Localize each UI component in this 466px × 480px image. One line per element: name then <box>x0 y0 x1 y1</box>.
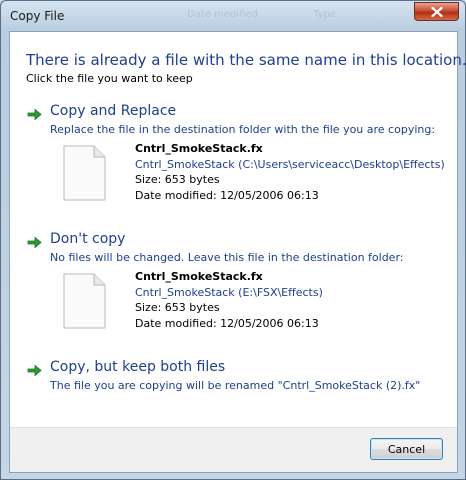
document-icon <box>63 145 106 201</box>
document-icon <box>63 273 106 329</box>
file-date-modified: Date modified: 12/05/2006 06:13 <box>135 188 319 202</box>
file-location: Cntrl_SmokeStack (E:\FSX\Effects) <box>135 285 323 299</box>
green-arrow-icon <box>27 364 42 377</box>
option-description: The file you are copying will be renamed… <box>50 379 421 392</box>
option-title: Don't copy <box>50 231 126 247</box>
option-keep-both[interactable]: Copy, but keep both files The file you a… <box>27 359 447 399</box>
option-description: Replace the file in the destination fold… <box>50 123 436 136</box>
window-title: Copy File <box>10 9 65 23</box>
file-size: Size: 653 bytes <box>135 301 220 314</box>
green-arrow-icon <box>27 236 42 249</box>
option-copy-and-replace[interactable]: Copy and Replace Replace the file in the… <box>27 103 447 215</box>
destination-file-details: Cntrl_SmokeStack.fx Cntrl_SmokeStack (E:… <box>62 269 442 331</box>
dialog-footer: Cancel <box>10 427 457 472</box>
option-title: Copy and Replace <box>50 103 177 119</box>
green-arrow-icon <box>27 108 42 121</box>
dialog-heading: There is already a file with the same na… <box>26 51 466 69</box>
dialog-subheading: Click the file you want to keep <box>26 72 193 85</box>
option-dont-copy[interactable]: Don't copy No files will be changed. Lea… <box>27 231 447 343</box>
file-date-modified: Date modified: 12/05/2006 06:13 <box>135 316 319 330</box>
title-bar[interactable]: Copy File Date modified Type <box>1 1 465 31</box>
background-column-header-date: Date modified <box>187 9 258 20</box>
copy-file-dialog: Copy File Date modified Type There is al… <box>0 0 466 480</box>
option-description: No files will be changed. Leave this fil… <box>50 251 404 264</box>
file-location: Cntrl_SmokeStack (C:\Users\serviceacc\De… <box>135 157 445 171</box>
dialog-content: There is already a file with the same na… <box>9 31 466 473</box>
file-size: Size: 653 bytes <box>135 173 220 186</box>
background-column-header-type: Type <box>313 9 336 20</box>
source-file-details: Cntrl_SmokeStack.fx Cntrl_SmokeStack (C:… <box>62 141 445 203</box>
option-title: Copy, but keep both files <box>50 359 226 375</box>
close-icon <box>430 6 443 17</box>
file-info: Cntrl_SmokeStack.fx Cntrl_SmokeStack (C:… <box>135 141 445 203</box>
file-info: Cntrl_SmokeStack.fx Cntrl_SmokeStack (E:… <box>135 269 323 331</box>
close-button[interactable] <box>414 2 459 21</box>
file-name: Cntrl_SmokeStack.fx <box>135 270 263 283</box>
cancel-button[interactable]: Cancel <box>370 438 443 460</box>
file-name: Cntrl_SmokeStack.fx <box>135 142 263 155</box>
